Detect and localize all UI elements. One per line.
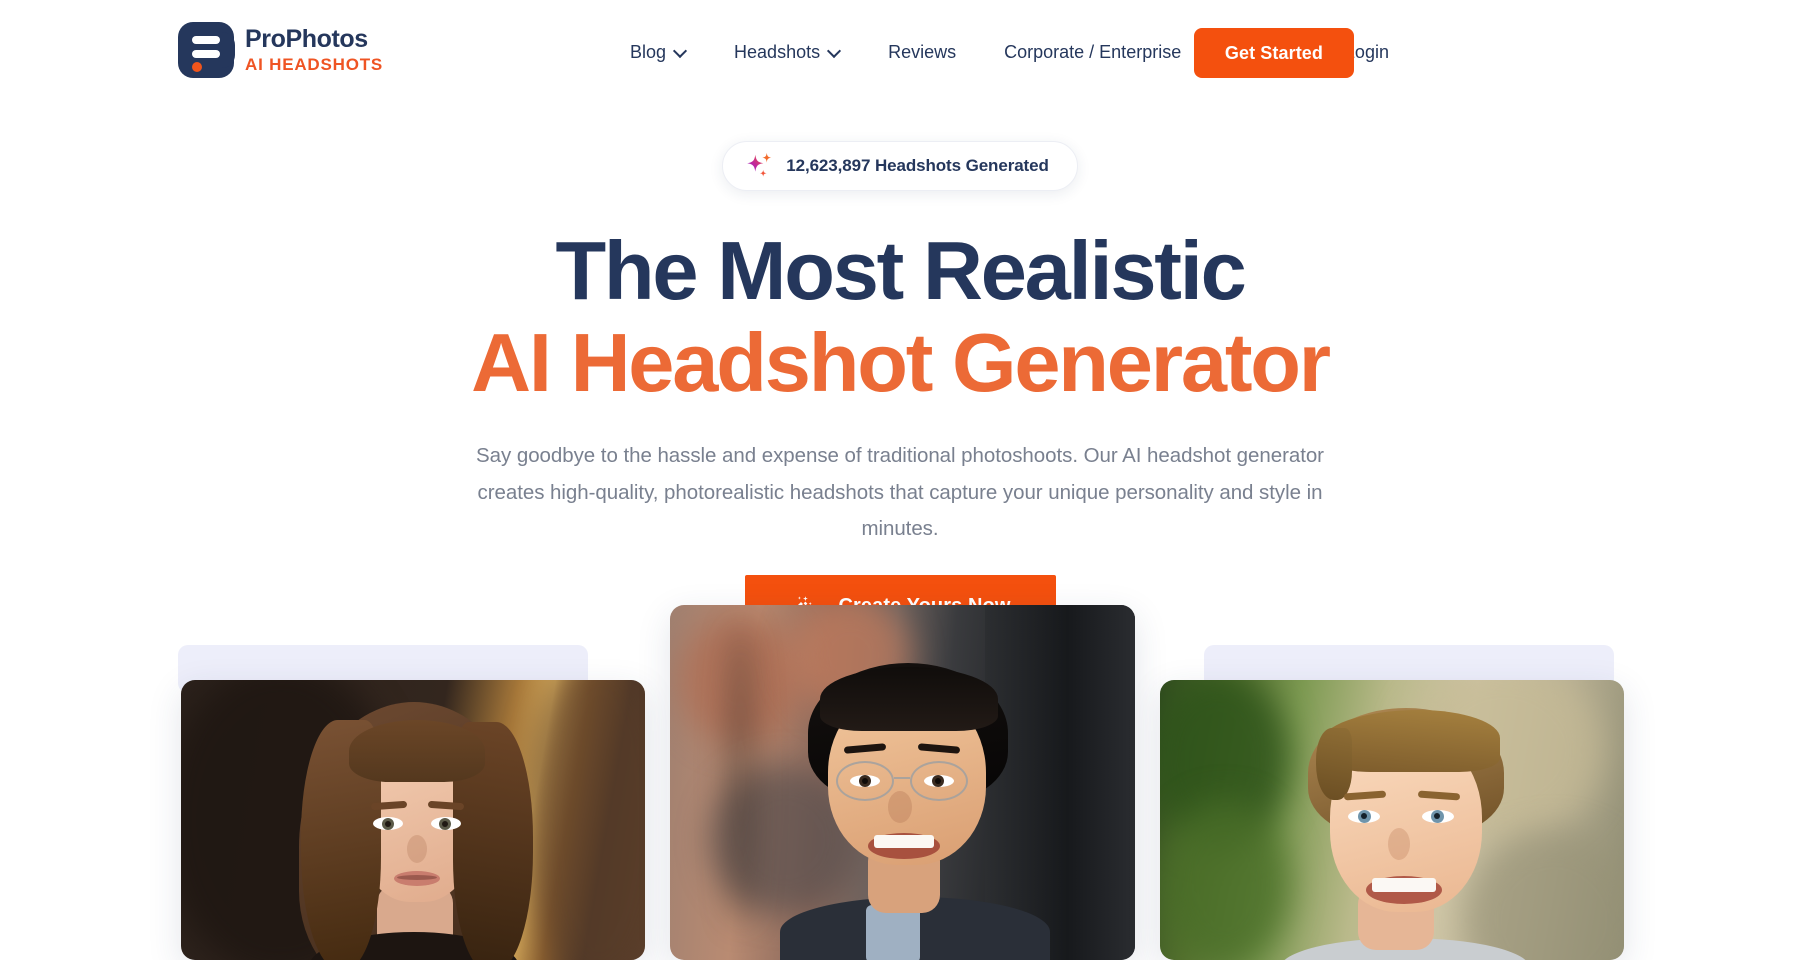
- headshot-photo-1: [181, 680, 645, 960]
- nav-item-label: Blog: [630, 41, 667, 62]
- chevron-down-icon[interactable]: [675, 45, 686, 56]
- nav-item-label: Headshots: [734, 41, 821, 62]
- headshots-generated-badge: 12,623,897 Headshots Generated: [722, 141, 1078, 191]
- headshot-gallery: [0, 605, 1800, 960]
- headshot-card-3[interactable]: [1160, 645, 1630, 960]
- brand-logo[interactable]: ProPhotos AI HEADSHOTS: [178, 22, 383, 78]
- page-title: The Most Realistic AI Headshot Generator: [0, 228, 1800, 409]
- prophotos-logo-icon: [178, 22, 235, 78]
- headline-line-2: AI Headshot Generator: [471, 315, 1331, 409]
- hero-subtitle: Say goodbye to the hassle and expense of…: [476, 444, 1324, 541]
- chevron-down-icon[interactable]: [829, 45, 840, 56]
- nav-item-headshots[interactable]: Headshots: [734, 34, 840, 71]
- nav-item-label: Reviews: [888, 41, 957, 62]
- headshots-generated-label: 12,623,897 Headshots Generated: [786, 156, 1049, 175]
- brand-tagline: AI HEADSHOTS: [245, 55, 384, 74]
- nav-item-reviews[interactable]: Reviews: [888, 34, 956, 71]
- landing-page: ProPhotos AI HEADSHOTS Blog Headshots Re…: [0, 0, 1800, 960]
- brand-wordmark: ProPhotos AI HEADSHOTS: [245, 25, 384, 74]
- headshot-card-1[interactable]: [178, 645, 648, 960]
- headshot-photo-2: [670, 605, 1135, 960]
- nav-item-label: Corporate / Enterprise: [1004, 41, 1182, 62]
- get-started-button[interactable]: Get Started: [1193, 28, 1354, 78]
- nav-item-corporate-enterprise[interactable]: Corporate / Enterprise: [1004, 34, 1181, 71]
- nav-item-blog[interactable]: Blog: [630, 34, 686, 71]
- site-header: ProPhotos AI HEADSHOTS Blog Headshots Re…: [0, 0, 1800, 104]
- headline-line-1: The Most Realistic: [555, 224, 1246, 317]
- headshot-photo-3: [1160, 680, 1624, 960]
- headshot-card-2[interactable]: [670, 605, 1135, 960]
- hero-section: 12,623,897 Headshots Generated The Most …: [0, 104, 1800, 638]
- sparkles-icon: [747, 152, 772, 177]
- brand-name: ProPhotos: [245, 25, 368, 53]
